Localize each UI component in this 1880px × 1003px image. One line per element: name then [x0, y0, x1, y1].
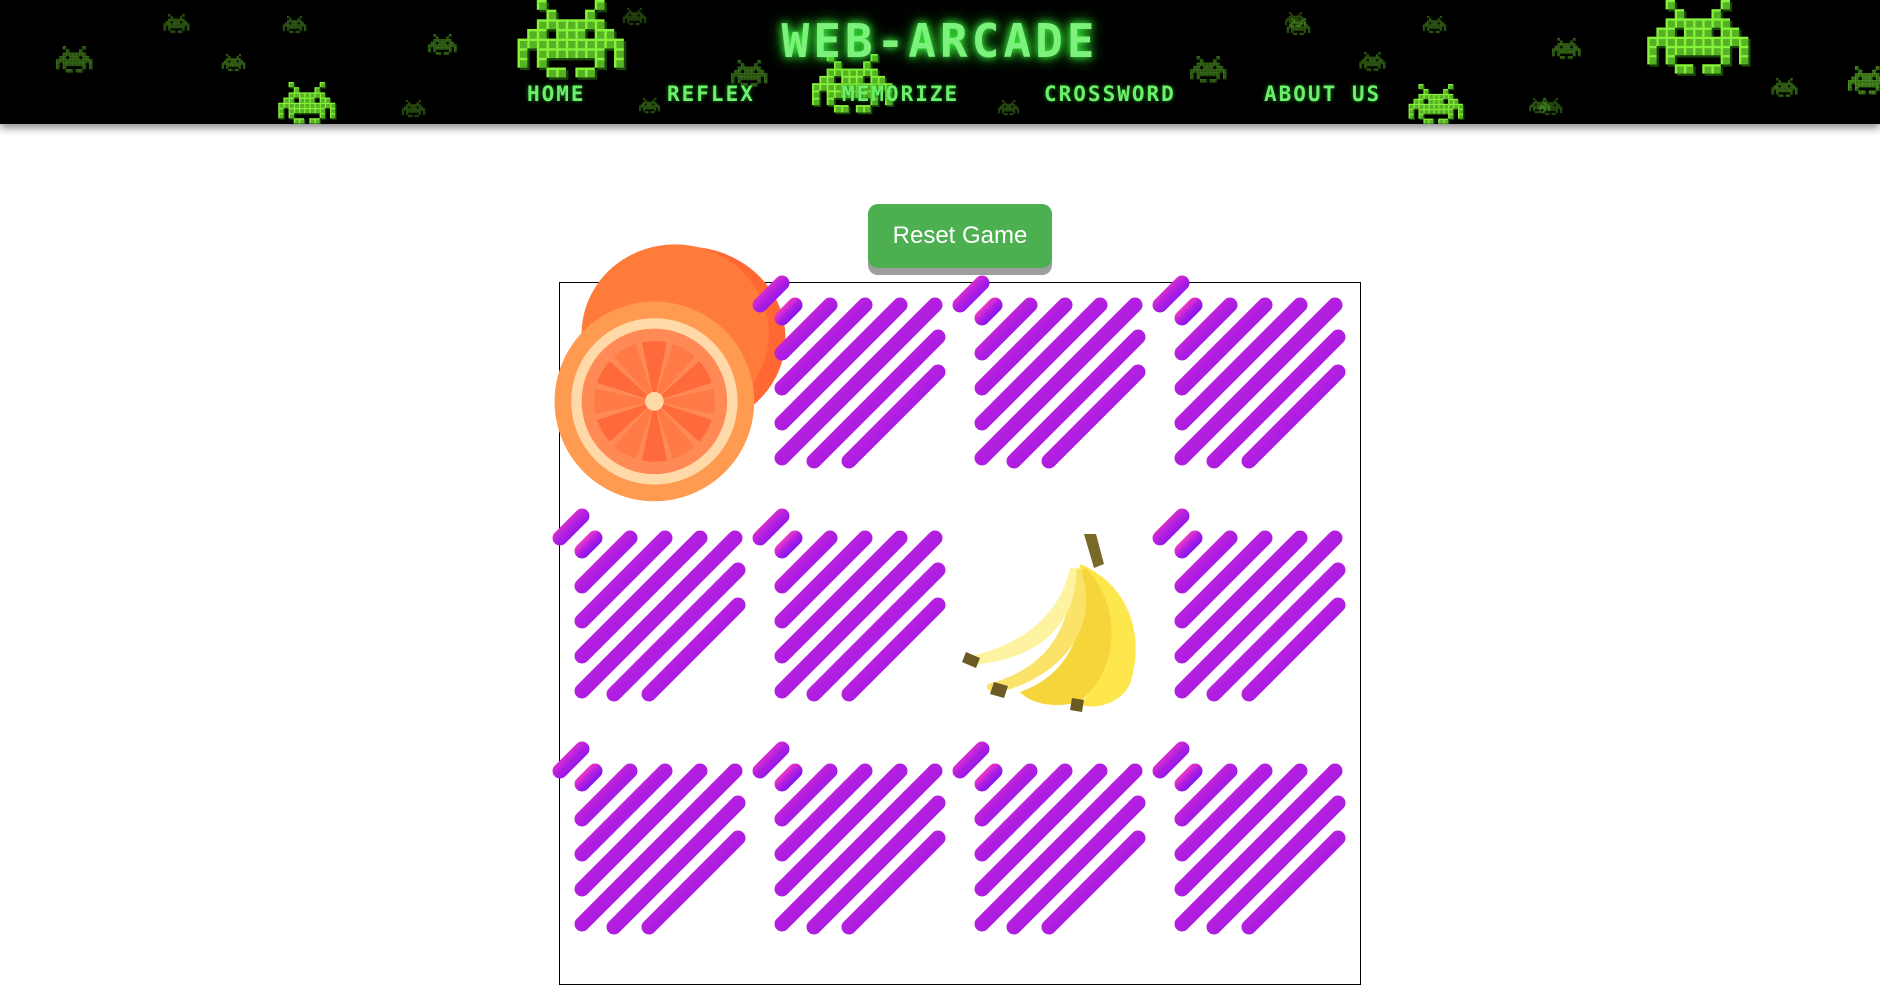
card-back-pattern: [552, 508, 760, 716]
card-back-pattern: [752, 275, 960, 483]
memory-card-face-down[interactable]: [1152, 508, 1360, 716]
memory-card-face-down[interactable]: [952, 741, 1160, 949]
nav-about-us[interactable]: ABOUT US: [1264, 82, 1381, 106]
card-back-pattern: [552, 741, 760, 949]
memory-card-face-down[interactable]: [552, 741, 760, 949]
memory-card-face-down[interactable]: [952, 275, 1160, 483]
banana-icon: [960, 524, 1160, 724]
reset-game-button[interactable]: Reset Game: [868, 204, 1052, 268]
site-header: WEB-ARCADE HOME REFLEX MEMORIZE CROSSWOR…: [0, 0, 1880, 124]
card-back-pattern: [952, 275, 1160, 483]
memory-card-face-up[interactable]: [554, 244, 786, 502]
card-back-pattern: [1152, 508, 1360, 716]
site-title: WEB-ARCADE: [781, 14, 1099, 68]
memory-card-face-down[interactable]: [752, 741, 960, 949]
orange-icon: [540, 244, 786, 502]
nav-home[interactable]: HOME: [527, 82, 586, 106]
memory-card-face-up[interactable]: [960, 516, 1160, 716]
memory-board: [552, 244, 1361, 985]
memory-card-face-down[interactable]: [1152, 275, 1360, 483]
card-back-pattern: [952, 741, 1160, 949]
card-back-pattern: [1152, 741, 1360, 949]
memory-card-face-down[interactable]: [752, 275, 960, 483]
nav-crossword[interactable]: CROSSWORD: [1044, 82, 1176, 106]
card-back-pattern: [752, 508, 960, 716]
card-back-pattern: [1152, 275, 1360, 483]
main-nav: HOME REFLEX MEMORIZE CROSSWORD ABOUT US: [0, 82, 1880, 112]
nav-memorize[interactable]: MEMORIZE: [842, 82, 959, 106]
card-back-pattern: [752, 741, 960, 949]
nav-reflex[interactable]: REFLEX: [667, 82, 755, 106]
memory-card-face-down[interactable]: [1152, 741, 1360, 949]
memory-card-face-down[interactable]: [552, 508, 760, 716]
memory-card-face-down[interactable]: [752, 508, 960, 716]
